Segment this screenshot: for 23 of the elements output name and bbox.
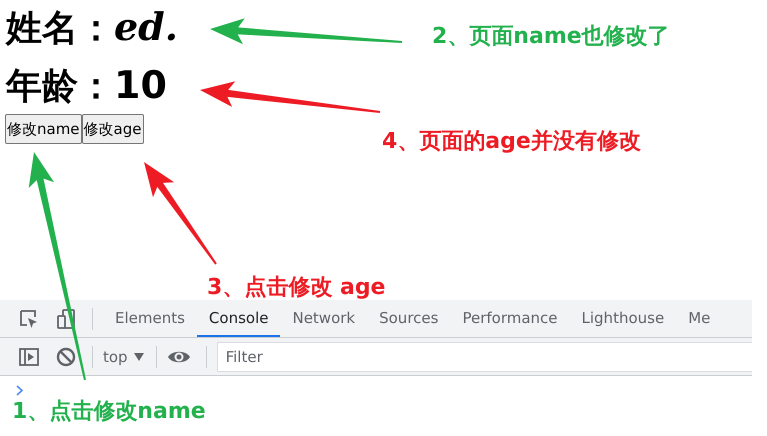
devtools-tab[interactable]: Me bbox=[676, 300, 722, 337]
field-value: ed. bbox=[114, 4, 178, 49]
filter-field[interactable]: Filter bbox=[216, 342, 752, 372]
caret-icon bbox=[134, 352, 144, 360]
prompt-icon bbox=[16, 385, 24, 396]
field-value: 10 bbox=[114, 63, 167, 107]
devtools-tab[interactable]: Performance bbox=[450, 300, 570, 337]
devtools-tab[interactable]: Sources bbox=[367, 300, 450, 337]
annotation-text: 4、页面的age并没有修改 bbox=[382, 128, 641, 156]
device-icon[interactable] bbox=[55, 308, 77, 330]
clear-icon[interactable] bbox=[55, 346, 77, 368]
edit-button[interactable]: 修改name bbox=[5, 114, 82, 144]
field-label: 年龄： bbox=[6, 65, 114, 109]
field-label: 姓名： bbox=[6, 7, 114, 51]
sidebar-icon[interactable] bbox=[18, 346, 40, 368]
devtools-tab[interactable]: Lighthouse bbox=[570, 300, 676, 337]
annotation-text: 1、点击修改name bbox=[12, 398, 206, 426]
devtools-tab[interactable]: Elements bbox=[103, 300, 197, 337]
annotation-text: 2、页面name也修改了 bbox=[432, 23, 670, 51]
annotation-text: 3、点击修改 age bbox=[207, 274, 386, 302]
devtools-tab[interactable]: Network bbox=[280, 300, 368, 337]
edit-button[interactable]: 修改age bbox=[82, 114, 144, 144]
context-dropdown[interactable]: top bbox=[103, 348, 144, 366]
